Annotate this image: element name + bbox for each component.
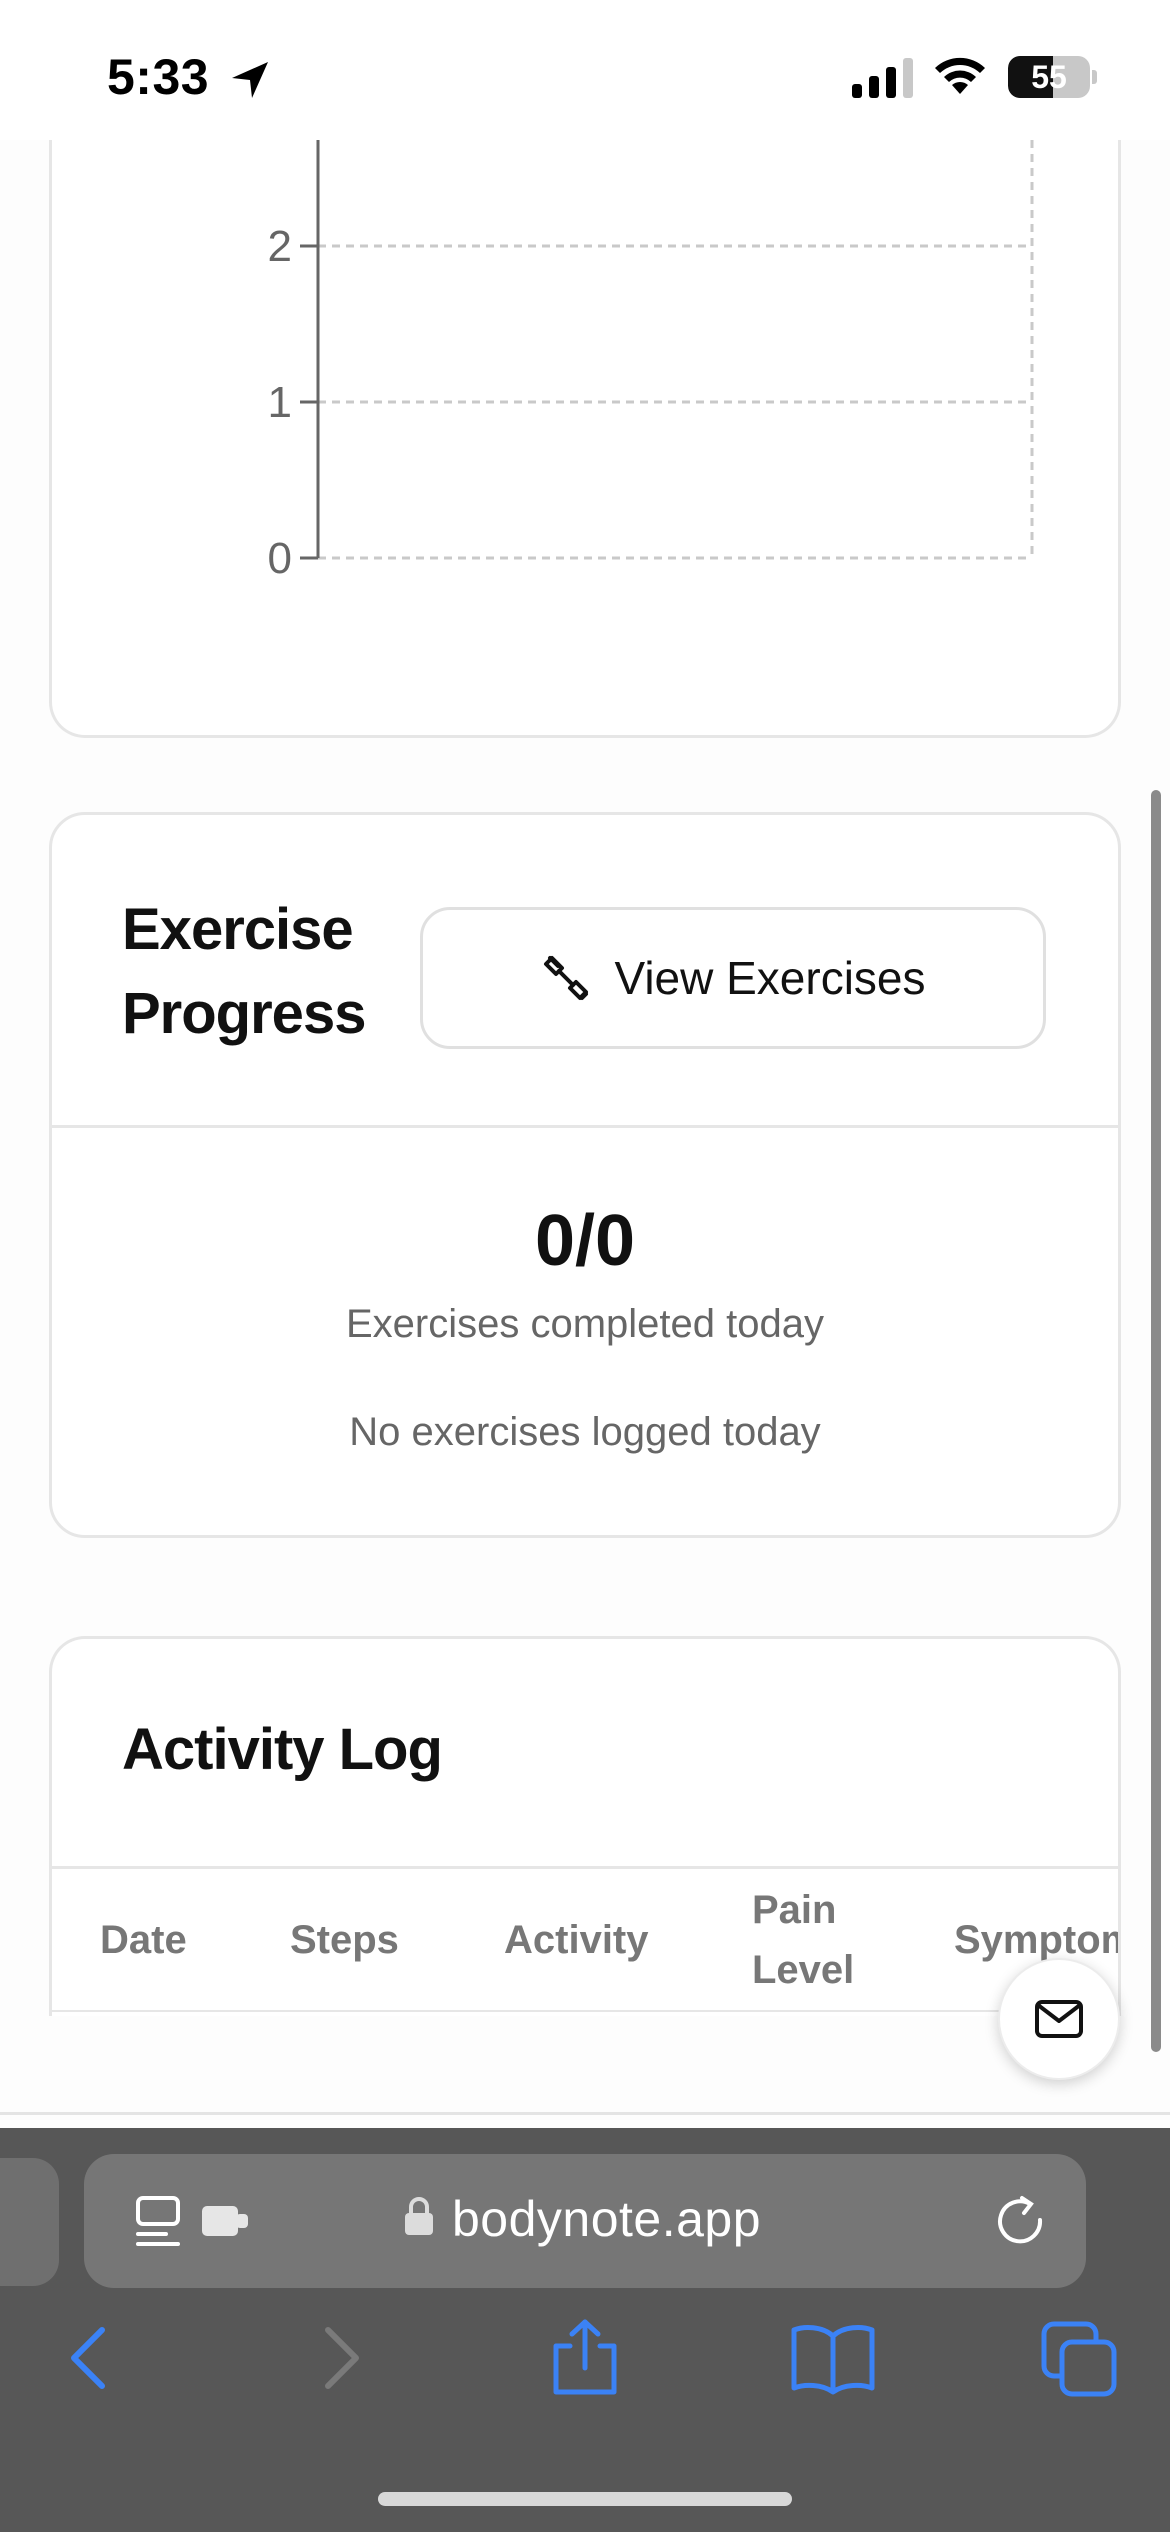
- card-divider: [52, 1125, 1118, 1128]
- location-arrow-icon: [232, 62, 268, 98]
- page-scrollbar[interactable]: [1151, 790, 1161, 2052]
- status-time: 5:33: [107, 49, 210, 105]
- forward-chevron-icon[interactable]: [316, 2318, 366, 2398]
- tabs-icon[interactable]: [1040, 2318, 1120, 2398]
- column-header-symptoms[interactable]: Symptoms: [954, 1910, 1118, 1970]
- mail-icon: [1035, 2000, 1083, 2038]
- exercises-count: 0/0: [534, 1201, 636, 1281]
- dumbbell-icon: [544, 956, 589, 1000]
- home-indicator[interactable]: [378, 2492, 792, 2506]
- reader-mode-icon[interactable]: [136, 2194, 256, 2248]
- address-bar[interactable]: bodynote.app: [84, 2154, 1086, 2288]
- card-divider: [52, 1866, 1118, 1869]
- exercise-progress-title: Exercise Progress: [122, 897, 366, 1046]
- cellular-signal-icon: [852, 58, 913, 98]
- exercises-subtitle: Exercises completed today: [345, 1302, 824, 1346]
- wifi-icon: [935, 57, 985, 94]
- battery-indicator: 55: [1008, 56, 1090, 98]
- activity-log-title: Activity Log: [122, 1717, 443, 1782]
- status-bar: 5:33 55: [0, 0, 1170, 140]
- y-tick-label: 1: [268, 378, 292, 427]
- contact-mail-button[interactable]: [998, 1958, 1120, 2080]
- safari-toolbar: bodynote.app: [0, 2128, 1170, 2532]
- page-divider: [0, 2112, 1170, 2115]
- battery-tip: [1092, 70, 1097, 84]
- column-header-pain-level[interactable]: Pain Level: [752, 1880, 902, 2000]
- previous-tab-preview[interactable]: [0, 2158, 59, 2286]
- share-icon[interactable]: [548, 2318, 622, 2398]
- lock-icon: [405, 2197, 433, 2235]
- table-header-border: [52, 2010, 1118, 2012]
- reload-icon[interactable]: [996, 2194, 1048, 2248]
- column-header-steps[interactable]: Steps: [290, 1910, 399, 1970]
- column-header-date[interactable]: Date: [100, 1910, 187, 1970]
- column-header-activity[interactable]: Activity: [504, 1910, 649, 1970]
- view-exercises-button[interactable]: View Exercises: [420, 907, 1046, 1049]
- url-text: bodynote.app: [452, 2191, 762, 2247]
- back-chevron-icon[interactable]: [64, 2318, 114, 2398]
- bookmarks-icon[interactable]: [790, 2318, 876, 2398]
- view-exercises-label: View Exercises: [614, 952, 926, 1004]
- y-tick-label: 0: [268, 534, 292, 583]
- exercises-empty-state: No exercises logged today: [349, 1410, 821, 1454]
- battery-level: 55: [1031, 59, 1067, 95]
- y-tick-label: 2: [268, 222, 292, 271]
